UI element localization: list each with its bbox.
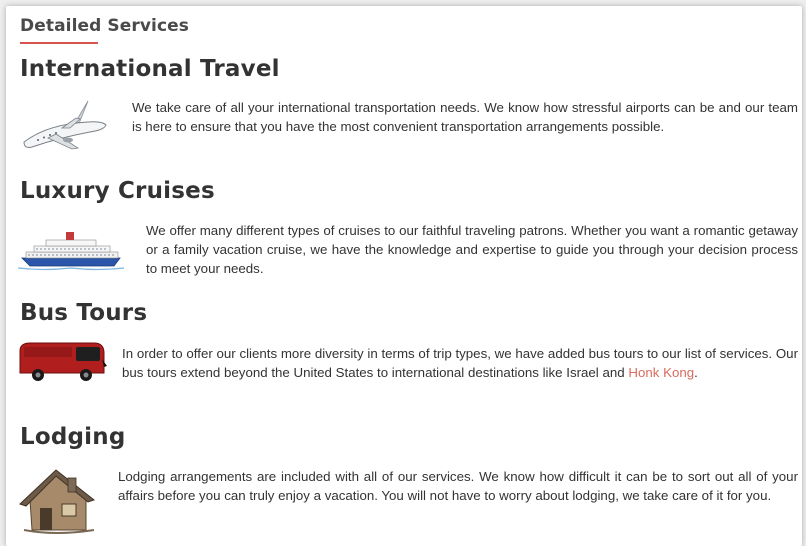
- house-icon: [16, 464, 98, 536]
- services-panel: Detailed Services International Travel W…: [6, 6, 802, 546]
- service-title-lodging: Lodging: [20, 424, 126, 450]
- bus-icon: [16, 339, 108, 383]
- service-title-bus-tours: Bus Tours: [20, 300, 148, 326]
- service-text-international-travel: We take care of all your international t…: [132, 100, 798, 134]
- honk-kong-link[interactable]: Honk Kong: [628, 365, 694, 380]
- service-title-international-travel: International Travel: [20, 56, 280, 82]
- cruise-ship-icon: [17, 228, 125, 272]
- airplane-icon: [18, 98, 110, 158]
- service-text-luxury-cruises: We offer many different types of cruises…: [146, 223, 798, 276]
- service-text-bus-tours: In order to offer our clients more diver…: [122, 344, 798, 382]
- bus-tours-text-end: .: [694, 365, 698, 380]
- heading-underline: [20, 42, 98, 44]
- section-heading: Detailed Services: [20, 16, 190, 36]
- service-text-lodging: Lodging arrangements are included with a…: [118, 469, 798, 503]
- service-title-luxury-cruises: Luxury Cruises: [20, 178, 215, 204]
